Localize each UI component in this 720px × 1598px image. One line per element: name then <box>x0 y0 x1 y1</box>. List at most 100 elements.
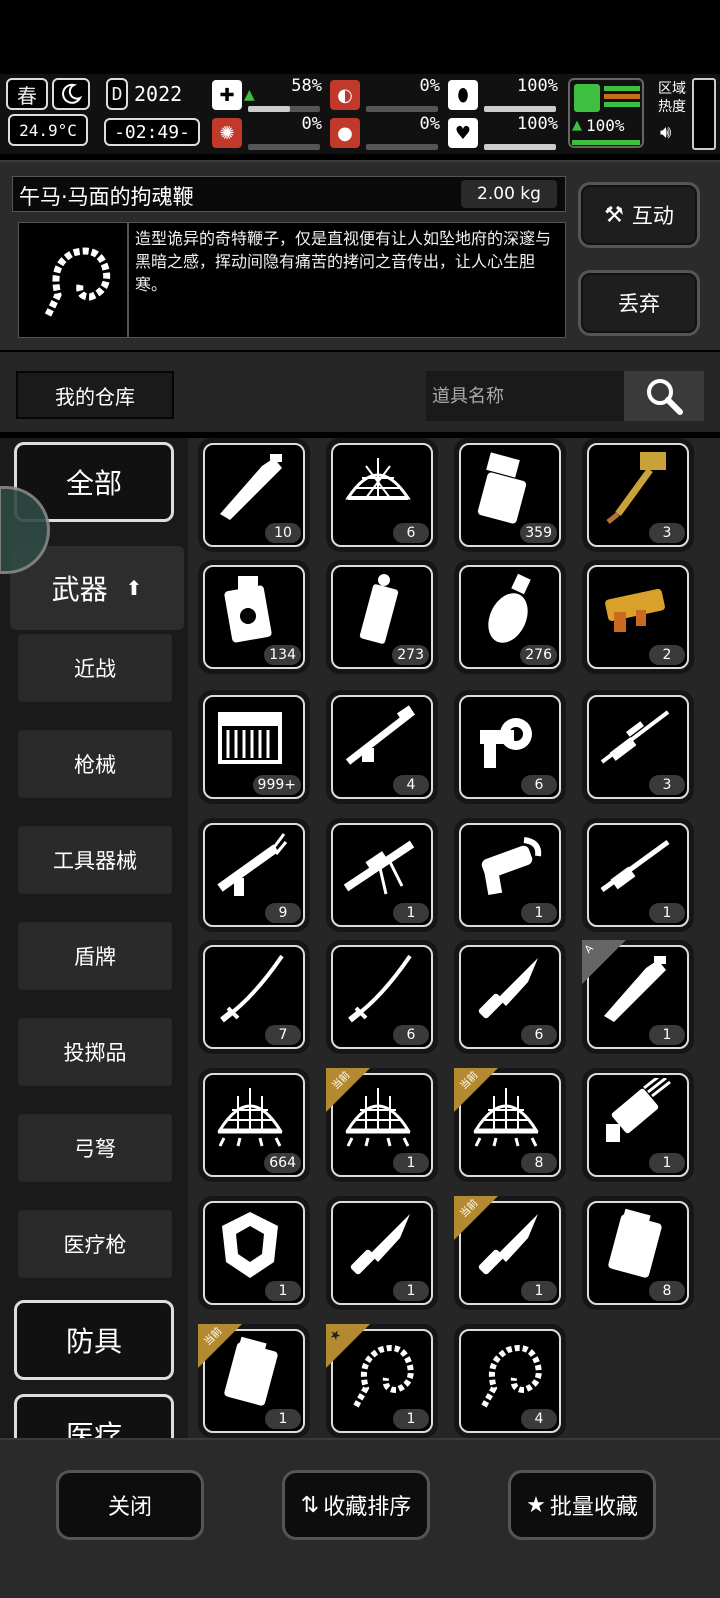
katana-icon <box>348 954 412 1023</box>
health-value: 58% <box>291 76 322 96</box>
interact-button[interactable]: ⚒ 互动 <box>578 182 700 248</box>
blood-drop-icon: ● <box>330 118 360 148</box>
inventory-slot[interactable]: 6 <box>454 940 566 1054</box>
bleed-value: 0% <box>419 114 440 134</box>
discard-button[interactable]: 丢弃 <box>578 270 700 336</box>
item-count-badge: 1 <box>393 1281 429 1301</box>
category-shields[interactable]: 盾牌 <box>18 922 172 990</box>
close-button[interactable]: 关闭 <box>56 1470 204 1540</box>
inventory-slot[interactable]: 1 <box>326 818 438 932</box>
item-count-badge: 2 <box>649 645 685 665</box>
assault-rifle-icon <box>217 833 288 896</box>
sanity-stat: ✺ 0% <box>212 114 322 150</box>
inventory-slot[interactable]: 999+ <box>198 690 310 804</box>
inventory-slot[interactable]: 1 <box>454 818 566 932</box>
close-label: 关闭 <box>107 1495 152 1520</box>
item-count-badge: 6 <box>521 775 557 795</box>
search-input[interactable] <box>426 371 624 421</box>
inventory-slot[interactable]: 6 <box>454 690 566 804</box>
inventory-slot[interactable]: 1 当前 <box>454 1196 566 1310</box>
mood-value: 100% <box>517 114 558 134</box>
item-count-badge: 664 <box>264 1153 301 1173</box>
status-hud: 春 24.9°C D 2022 -02:49- ✚ ▲ 58% ◐ 0% ⬮ 1… <box>0 74 720 154</box>
inventory-slot[interactable]: 4 <box>454 1324 566 1438</box>
inventory-slot[interactable]: 273 <box>326 560 438 674</box>
inventory-slot[interactable]: 8 <box>582 1196 694 1310</box>
flare-gun-icon <box>480 718 532 768</box>
bleed-bar <box>366 144 438 150</box>
inventory-slot[interactable]: 10 <box>198 438 310 552</box>
batch-favorite-button[interactable]: ★ 批量收藏 <box>508 1470 656 1540</box>
inventory-slot[interactable]: 276 <box>454 560 566 674</box>
inventory-slot[interactable]: 1 <box>582 1068 694 1182</box>
inventory-slot[interactable]: 7 <box>198 940 310 1054</box>
category-medical[interactable]: 医疗 <box>14 1394 174 1438</box>
inventory-slot[interactable]: 359 <box>454 438 566 552</box>
bottom-action-bar: 关闭 ⇅ 收藏排序 ★ 批量收藏 <box>0 1438 720 1598</box>
cargo-pack-icon <box>608 1208 662 1278</box>
inventory-slot[interactable]: 4 <box>326 690 438 804</box>
category-firearms[interactable]: 枪械 <box>18 730 172 798</box>
inventory-slot[interactable]: 134 <box>198 560 310 674</box>
sanity-value: 0% <box>301 114 322 134</box>
item-count-badge: 6 <box>393 523 429 543</box>
category-bows[interactable]: 弓弩 <box>18 1114 172 1182</box>
warehouse-tab[interactable]: 我的仓库 <box>16 371 174 419</box>
sort-favorites-button[interactable]: ⇅ 收藏排序 <box>282 1470 430 1540</box>
category-throwables[interactable]: 投掷品 <box>18 1018 172 1086</box>
item-count-badge: 1 <box>649 903 685 923</box>
item-count-badge: 3 <box>649 523 685 543</box>
search-button[interactable] <box>624 371 704 421</box>
bone-whip-icon <box>481 1345 542 1408</box>
item-count-badge: 1 <box>265 1409 301 1429</box>
item-name-bar: 午马·马面的拘魂鞭 2.00 kg <box>12 176 566 212</box>
category-firearms-label: 枪械 <box>74 753 116 777</box>
category-melee-label: 近战 <box>74 657 116 681</box>
item-count-badge: 8 <box>649 1281 685 1301</box>
medkit-icon: ✚ <box>212 80 242 110</box>
category-armor[interactable]: 防具 <box>14 1300 174 1380</box>
inventory-slot[interactable]: 6 <box>326 438 438 552</box>
category-melee[interactable]: 近战 <box>18 634 172 702</box>
hunger-value: 0% <box>419 76 440 96</box>
inventory-slot[interactable]: 1A <box>582 940 694 1054</box>
sniper-rifle-icon <box>600 710 670 764</box>
category-armor-label: 防具 <box>65 1325 122 1358</box>
collapse-arrow-icon: ⬆ <box>125 576 143 600</box>
category-medical-guns-label: 医疗枪 <box>63 1233 127 1257</box>
category-medical-guns[interactable]: 医疗枪 <box>18 1210 172 1278</box>
capsule-icon: ⬮ <box>448 80 478 110</box>
inventory-slot[interactable]: 1 <box>326 1196 438 1310</box>
inventory-slot[interactable]: 1 当前 <box>326 1068 438 1182</box>
frag-grenade-icon <box>488 573 531 643</box>
shield-icon <box>222 1212 278 1278</box>
item-grid: 10 6 359 3 134 273 276 2 999+ 4 6 3 9 1 1 1 7 6 6 1 A 664 1 当前 8… <box>188 438 720 1438</box>
inventory-slot[interactable]: 3 <box>582 438 694 552</box>
inventory-slot[interactable]: 1 <box>582 818 694 932</box>
inventory-slot[interactable]: 2 <box>582 560 694 674</box>
sort-favorites-label: 收藏排序 <box>323 1495 412 1520</box>
item-count-badge: 1 <box>393 1409 429 1429</box>
discard-label: 丢弃 <box>618 292 660 316</box>
hunger-bar <box>366 106 438 112</box>
category-tools[interactable]: 工具器械 <box>18 826 172 894</box>
health-stat: ✚ ▲ 58% <box>212 76 322 112</box>
inventory-slot[interactable]: 1 ★ <box>326 1324 438 1438</box>
category-tools-label: 工具器械 <box>53 849 137 873</box>
inventory-slot[interactable]: 664 <box>198 1068 310 1182</box>
golden-hammer-icon <box>606 452 666 524</box>
heart-icon: ♥ <box>448 118 478 148</box>
year-text: 2022 <box>134 82 183 106</box>
inventory-slot[interactable]: 1 <box>198 1196 310 1310</box>
item-count-badge: 273 <box>392 645 429 665</box>
inventory-slot[interactable]: 1 当前 <box>198 1324 310 1438</box>
inventory-slot[interactable]: 8 当前 <box>454 1068 566 1182</box>
inventory-slot[interactable]: 6 <box>326 940 438 1054</box>
speaker-icon[interactable]: 🔊︎ <box>660 122 671 143</box>
boot-icon <box>574 84 600 112</box>
temperature-text: 24.9°C <box>19 120 77 140</box>
item-picture <box>18 222 128 338</box>
search-row: 我的仓库 <box>0 352 720 432</box>
inventory-slot[interactable]: 3 <box>582 690 694 804</box>
inventory-slot[interactable]: 9 <box>198 818 310 932</box>
